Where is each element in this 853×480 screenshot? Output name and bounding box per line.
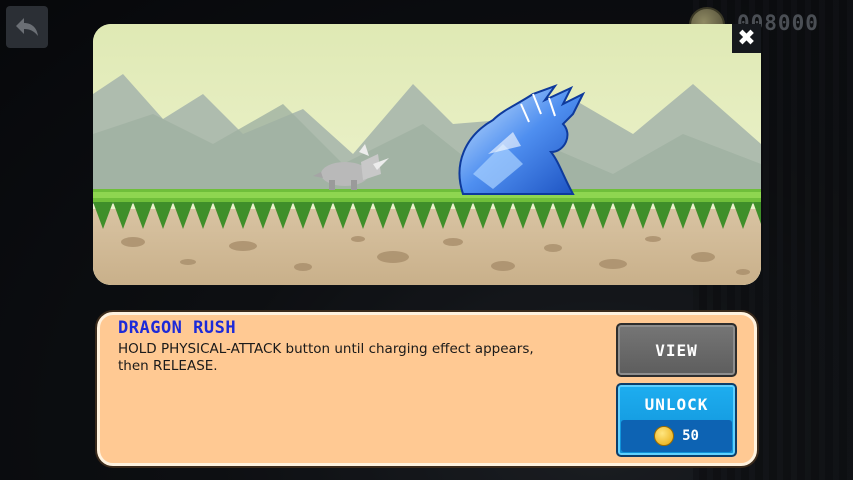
unlock-price: 50 (682, 428, 699, 444)
unlock-price-bar: 50 (621, 420, 732, 452)
coin-icon (654, 426, 675, 446)
skill-name: DRAGON RUSH (118, 318, 237, 338)
skill-info-panel: DRAGON RUSH HOLD PHYSICAL-ATTACK button … (97, 312, 757, 466)
skill-preview (93, 24, 761, 285)
close-button[interactable]: ✖ (732, 24, 761, 53)
unlock-button[interactable]: UNLOCK 50 (616, 383, 737, 457)
unlock-label: UNLOCK (644, 395, 709, 414)
view-button[interactable]: VIEW (616, 323, 737, 377)
back-arrow-icon (16, 18, 38, 36)
back-button[interactable] (6, 6, 48, 48)
skill-description: HOLD PHYSICAL-ATTACK button until chargi… (118, 341, 534, 374)
close-icon: ✖ (737, 25, 756, 51)
